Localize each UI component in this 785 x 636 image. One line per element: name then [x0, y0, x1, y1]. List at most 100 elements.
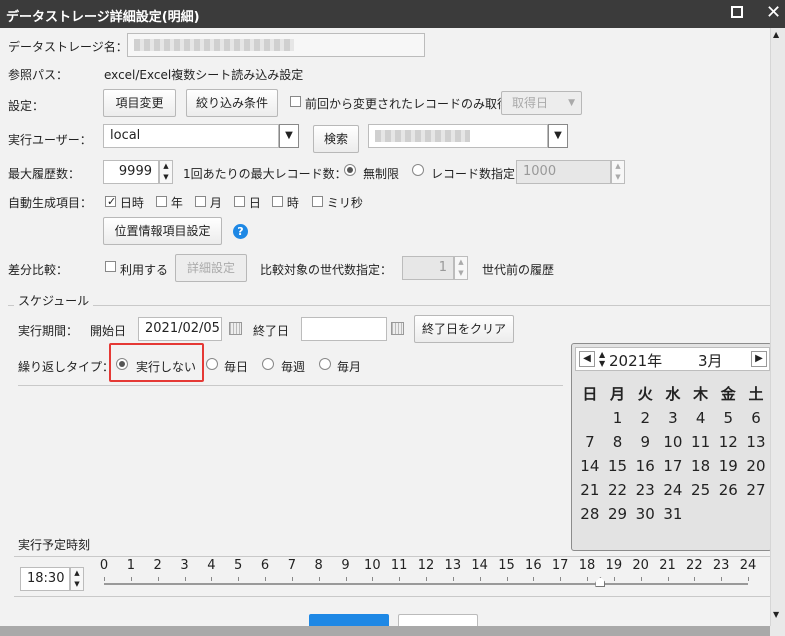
autogen-month[interactable]: 月: [195, 194, 222, 211]
storage-name-input[interactable]: [127, 33, 425, 57]
calendar-day[interactable]: 31: [659, 502, 687, 526]
prev-month-icon[interactable]: ◀: [579, 351, 595, 367]
timeline-tick-label: 22: [686, 558, 703, 573]
timeline-tick: [748, 577, 749, 581]
calendar-day[interactable]: 26: [714, 478, 742, 502]
calendar-day[interactable]: 20: [742, 454, 770, 478]
autogen-datetime[interactable]: 日時: [105, 194, 144, 211]
max-history-stepper[interactable]: ▲ ▼: [159, 160, 173, 184]
calendar-day[interactable]: 19: [714, 454, 742, 478]
timeline-slider-handle[interactable]: [595, 577, 606, 587]
calendar-day[interactable]: 24: [659, 478, 687, 502]
calendar-weeks: 1 2 3 4 5 6 7 8 9 10 11 12 13 14 15 16 17 18 19 20 21 22 23 24 2…: [576, 406, 770, 526]
record-count-radio[interactable]: [412, 164, 424, 179]
calendar-icon[interactable]: [229, 322, 242, 335]
exec-user-select[interactable]: local: [103, 124, 279, 148]
repeat-none-label: 実行しない: [136, 360, 197, 374]
help-icon[interactable]: ?: [233, 224, 248, 239]
autogen-year[interactable]: 年: [156, 194, 183, 211]
calendar-day[interactable]: 2: [631, 406, 659, 430]
unlimited-radio[interactable]: [344, 164, 356, 179]
user-name-select[interactable]: [368, 124, 548, 148]
autogen-hour[interactable]: 時: [272, 194, 299, 211]
calendar-day[interactable]: 4: [687, 406, 715, 430]
calendar-day[interactable]: 21: [576, 478, 604, 502]
max-history-input[interactable]: 9999: [103, 160, 159, 184]
timeline-tick-label: 17: [551, 558, 569, 573]
only-changed-checkbox[interactable]: [290, 96, 301, 110]
calendar-day[interactable]: 16: [631, 454, 659, 478]
fetch-date-button[interactable]: 取得日 ▼: [501, 91, 582, 115]
end-date-input[interactable]: [301, 317, 387, 341]
generation-input[interactable]: 1: [402, 256, 454, 280]
repeat-none-radio[interactable]: [116, 358, 128, 373]
chevron-down-icon[interactable]: ▼: [548, 124, 568, 148]
timeline-tick: [613, 577, 615, 581]
generation-stepper[interactable]: ▲ ▼: [454, 256, 468, 280]
autogen-millisecond[interactable]: ミリ秒: [312, 194, 363, 211]
calendar-day[interactable]: 10: [659, 430, 687, 454]
scroll-down-icon[interactable]: ▼: [773, 610, 779, 619]
calendar-weekday-row: 日 月 火 水 木 金 土: [576, 382, 770, 406]
repeat-weekly-radio[interactable]: [262, 358, 274, 373]
timeline-tick-label: 14: [471, 558, 488, 573]
repeat-daily-radio[interactable]: [206, 358, 218, 373]
calendar-day[interactable]: 22: [604, 478, 632, 502]
close-icon[interactable]: ✕: [766, 2, 781, 24]
horizontal-scrollbar[interactable]: [0, 626, 770, 636]
timeline-tick-label: 11: [390, 558, 408, 573]
calendar-day[interactable]: 6: [742, 406, 770, 430]
start-date-input[interactable]: 2021/02/05: [138, 317, 222, 341]
next-month-icon[interactable]: ▶: [751, 351, 767, 367]
detail-settings-button[interactable]: 詳細設定: [175, 254, 247, 282]
calendar-day[interactable]: 23: [631, 478, 659, 502]
time-input[interactable]: 18:30: [20, 567, 70, 591]
calendar-month[interactable]: 3月: [698, 350, 723, 371]
search-button[interactable]: 検索: [313, 125, 359, 153]
calendar-day[interactable]: 3: [659, 406, 687, 430]
calendar-year[interactable]: 2021年: [609, 350, 662, 371]
calendar-day[interactable]: 27: [742, 478, 770, 502]
change-fields-button[interactable]: 項目変更: [103, 89, 176, 117]
calendar-day[interactable]: 12: [714, 430, 742, 454]
time-stepper[interactable]: ▲ ▼: [70, 567, 84, 591]
calendar-day[interactable]: 1: [604, 406, 632, 430]
filter-conditions-button[interactable]: 絞り込み条件: [186, 89, 278, 117]
calendar-day[interactable]: 8: [604, 430, 632, 454]
position-info-button[interactable]: 位置情報項目設定: [103, 217, 222, 245]
calendar-day[interactable]: 29: [604, 502, 632, 526]
timeline-tick: [452, 577, 454, 581]
vertical-scrollbar[interactable]: ▲ ▼: [770, 28, 785, 626]
exec-user-label: 実行ユーザー：: [8, 133, 92, 147]
timeline-tick: [399, 577, 401, 581]
repeat-monthly-radio[interactable]: [319, 358, 331, 373]
chevron-down-icon: ▼: [568, 98, 575, 108]
timeline-tick: [694, 577, 696, 581]
calendar-day[interactable]: 30: [631, 502, 659, 526]
timeline-tick: [318, 577, 320, 581]
calendar-day[interactable]: 25: [687, 478, 715, 502]
calendar-day[interactable]: 17: [659, 454, 687, 478]
calendar-day[interactable]: 9: [631, 430, 659, 454]
scroll-up-icon[interactable]: ▲: [773, 30, 779, 39]
chevron-down-icon[interactable]: ▼: [279, 124, 299, 148]
year-spinner-icon[interactable]: ▲ ▼: [599, 350, 605, 368]
generation-suffix: 世代前の履歴: [482, 263, 555, 277]
calendar-icon[interactable]: [391, 322, 404, 335]
repeat-divider: [18, 385, 563, 386]
calendar-day[interactable]: 13: [742, 430, 770, 454]
calendar-day[interactable]: 28: [576, 502, 604, 526]
record-count-stepper[interactable]: ▲ ▼: [611, 160, 625, 184]
use-diff-checkbox[interactable]: [105, 261, 116, 275]
record-count-input[interactable]: 1000: [516, 160, 611, 184]
calendar-day[interactable]: 14: [576, 454, 604, 478]
calendar-day[interactable]: 15: [604, 454, 632, 478]
calendar-day[interactable]: 7: [576, 430, 604, 454]
calendar-day[interactable]: 18: [687, 454, 715, 478]
clear-end-date-button[interactable]: 終了日をクリア: [414, 315, 514, 343]
maximize-icon[interactable]: [731, 6, 743, 18]
timeline-tick-label: 3: [180, 558, 189, 573]
autogen-day[interactable]: 日: [234, 194, 261, 211]
calendar-day[interactable]: 11: [687, 430, 715, 454]
calendar-day[interactable]: 5: [714, 406, 742, 430]
